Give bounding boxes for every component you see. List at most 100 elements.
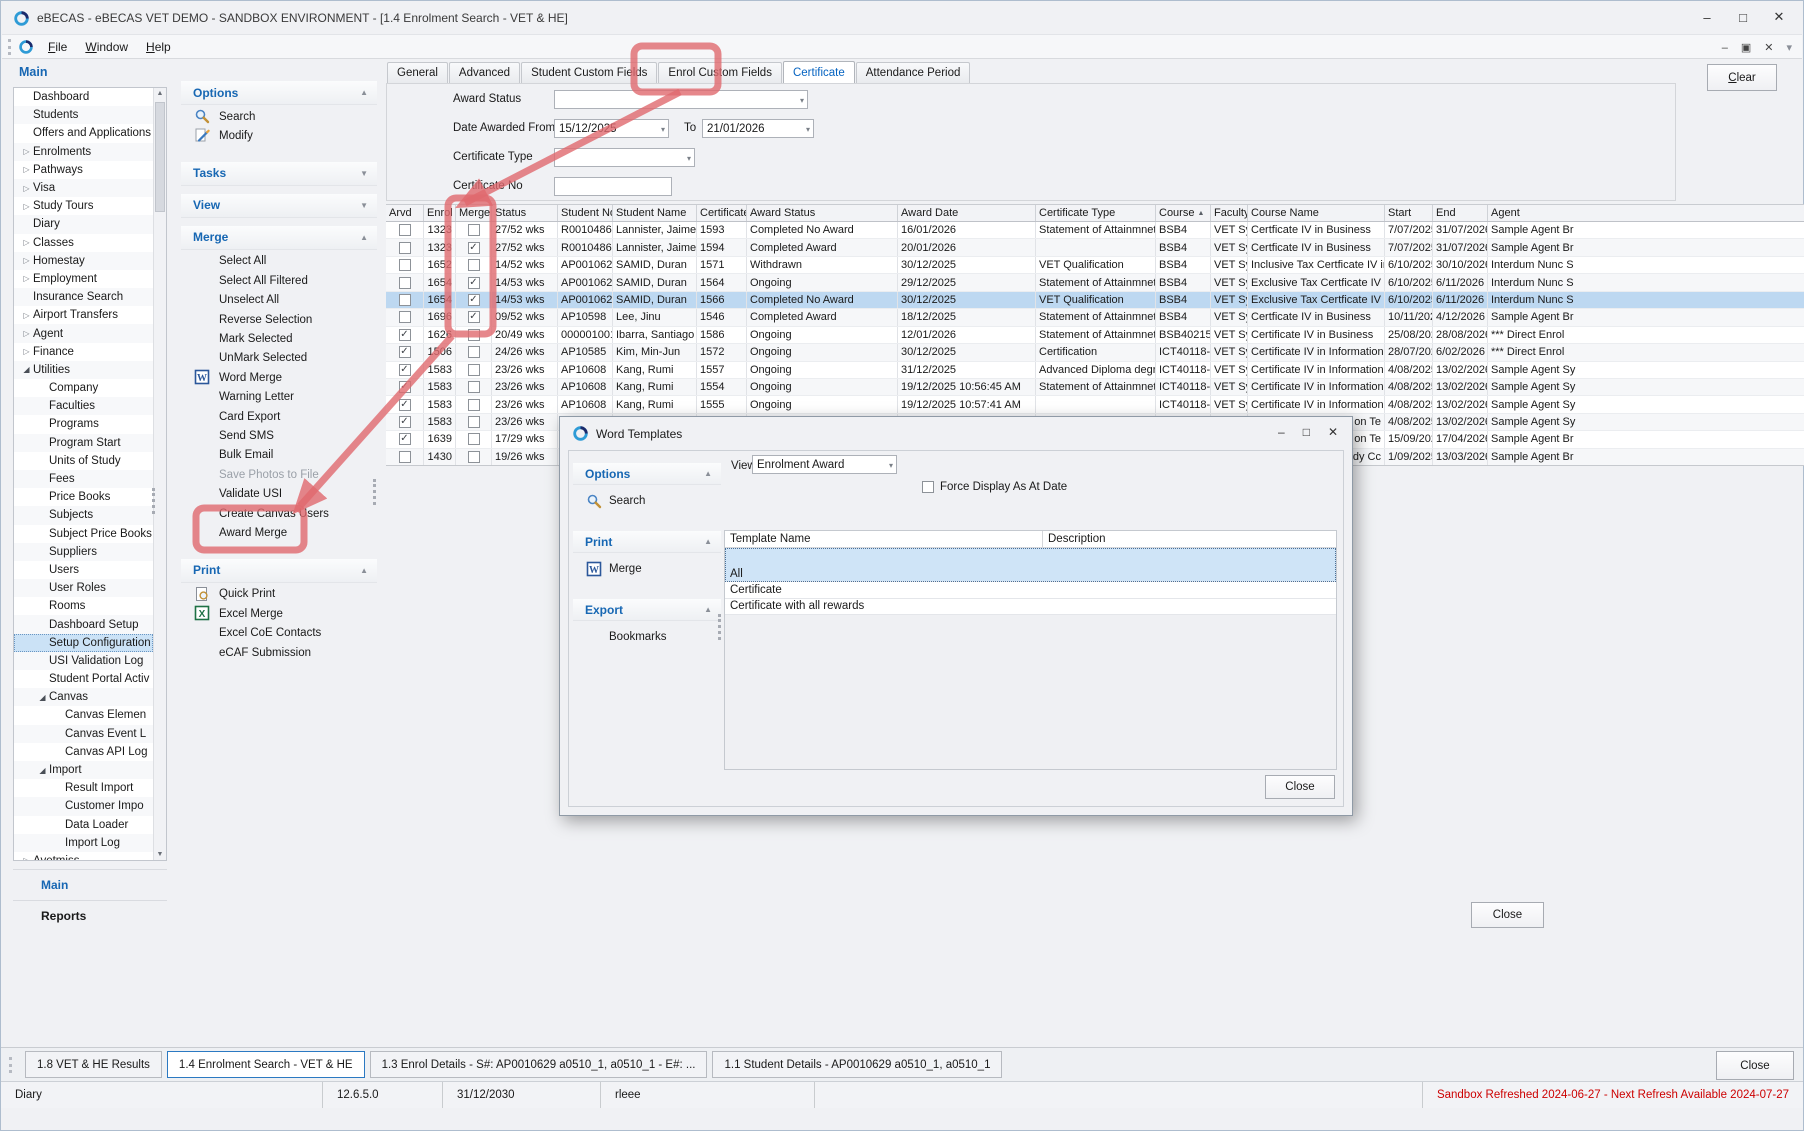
table-row[interactable]: 132327/52 wksR0010486Lannister, Jaime159… [386, 222, 1804, 239]
nav-item-word-merge[interactable]: WWord Merge [181, 368, 377, 387]
merge-checkbox[interactable] [468, 364, 480, 376]
chevron-up-icon[interactable]: ▲ [360, 566, 368, 575]
sidebar-item-company[interactable]: Company [14, 379, 153, 397]
certificate-no-input[interactable] [554, 177, 672, 196]
nav-item-send-sms[interactable]: Send SMS [181, 426, 377, 445]
column-header-certificate-type[interactable]: Certificate Type [1036, 205, 1156, 221]
arvd-checkbox[interactable] [399, 242, 411, 254]
sidebar-item-canvas[interactable]: ◢Canvas [14, 688, 153, 706]
nav-item-select-all-filtered[interactable]: Select All Filtered [181, 271, 377, 290]
arvd-checkbox[interactable] [399, 294, 411, 306]
chevron-up-icon[interactable]: ▲ [360, 88, 368, 97]
tabstrip-close-button[interactable]: Close [1716, 1051, 1794, 1080]
sidebar-item-program-start[interactable]: Program Start [14, 434, 153, 452]
template-column-header-description[interactable]: Description [1043, 531, 1111, 547]
menu-item-help[interactable]: Help [137, 37, 180, 57]
table-row[interactable]: ✓158323/26 wksAP10608Kang, Rumi1554Ongoi… [386, 379, 1804, 396]
tree-collapsed-icon[interactable]: ▷ [20, 147, 33, 156]
arvd-checkbox[interactable]: ✓ [399, 433, 411, 445]
arvd-checkbox[interactable]: ✓ [399, 364, 411, 376]
merge-checkbox[interactable] [468, 224, 480, 236]
nav-item-quick-print[interactable]: Quick Print [181, 585, 377, 604]
tree-collapsed-icon[interactable]: ▷ [20, 856, 33, 861]
table-row[interactable]: 1323✓27/52 wksR0010486Lannister, Jaime15… [386, 239, 1804, 256]
arvd-checkbox[interactable]: ✓ [399, 329, 411, 341]
view-combo[interactable]: Enrolment Award▾ [752, 455, 897, 474]
nav-item-mark-selected[interactable]: Mark Selected [181, 329, 377, 348]
sidebar-item-pathways[interactable]: ▷Pathways [14, 161, 153, 179]
chevron-up-icon[interactable]: ▲ [704, 537, 712, 546]
column-header-certificate-no[interactable]: Certificate No [697, 205, 747, 221]
nav-item-ecaf-submission[interactable]: eCAF Submission [181, 643, 377, 662]
sidebar-item-price-books[interactable]: Price Books [14, 488, 153, 506]
arvd-checkbox[interactable] [399, 277, 411, 289]
menu-item-file[interactable]: File [39, 37, 76, 57]
tab-advanced[interactable]: Advanced [449, 62, 520, 83]
sidebar-item-faculties[interactable]: Faculties [14, 397, 153, 415]
sidebar-item-units-of-study[interactable]: Units of Study [14, 452, 153, 470]
column-header-status[interactable]: Status [492, 205, 558, 221]
column-header-start[interactable]: Start [1385, 205, 1433, 221]
open-screen-tab-1-1-student-details-ap[interactable]: 1.1 Student Details - AP0010629 a0510_1,… [712, 1051, 1002, 1078]
table-row[interactable]: ✓162620/49 wks0000010010Ibarra, Santiago… [386, 327, 1804, 344]
sidebar-item-fees[interactable]: Fees [14, 470, 153, 488]
table-row[interactable]: ✓158323/26 wksAP10608Kang, Rumi1555Ongoi… [386, 396, 1804, 413]
arvd-checkbox[interactable] [399, 311, 411, 323]
nav-group-header-options[interactable]: Options▲ [181, 81, 377, 105]
mdi-restore-icon[interactable]: ▣ [1741, 41, 1751, 54]
sidebar-item-subjects[interactable]: Subjects [14, 506, 153, 524]
nav-item-create-canvas-users[interactable]: Create Canvas Users [181, 504, 377, 523]
sidebar-item-agent[interactable]: ▷Agent [14, 324, 153, 342]
sidebar-item-airport-transfers[interactable]: ▷Airport Transfers [14, 306, 153, 324]
nav-item-excel-merge[interactable]: XExcel Merge [181, 604, 377, 623]
nav-item-search[interactable]: Search [573, 487, 721, 515]
chevron-up-icon[interactable]: ▲ [360, 233, 368, 242]
merge-checkbox[interactable] [468, 259, 480, 271]
column-header-enrol[interactable]: Enrol # [424, 205, 456, 221]
nav-item-excel-coe-contacts[interactable]: Excel CoE Contacts [181, 623, 377, 642]
sidebar-item-data-loader[interactable]: Data Loader [14, 816, 153, 834]
nav-item-modify[interactable]: Modify [181, 126, 377, 145]
nav-group-header-merge[interactable]: Merge▲ [181, 226, 377, 250]
table-row[interactable]: ✓158323/26 wksAP10608Kang, Rumi1557Ongoi… [386, 362, 1804, 379]
nav-item-validate-usi[interactable]: Validate USI [181, 484, 377, 503]
template-column-header-template-name[interactable]: Template Name [725, 531, 1043, 547]
dialog-splitter[interactable] [718, 614, 722, 640]
sidebar-item-dashboard[interactable]: Dashboard [14, 88, 153, 106]
dialog-close-icon[interactable]: ✕ [1328, 425, 1338, 439]
tree-expanded-icon[interactable]: ◢ [20, 365, 33, 374]
merge-checkbox[interactable]: ✓ [468, 242, 480, 254]
chevron-down-icon[interactable]: ▼ [360, 201, 368, 210]
nav-group-header-view[interactable]: View▼ [181, 194, 377, 218]
sidebar-item-rooms[interactable]: Rooms [14, 597, 153, 615]
minimize-icon[interactable]: – [1689, 1, 1725, 33]
sidebar-item-usi-validation-log[interactable]: USI Validation Log [14, 652, 153, 670]
column-header-merge[interactable]: Merge [456, 205, 492, 221]
sidebar-item-import-log[interactable]: Import Log [14, 834, 153, 852]
open-screen-tab-1-4-enrolment-search-v[interactable]: 1.4 Enrolment Search - VET & HE [167, 1051, 365, 1078]
sidebar-item-canvas-api-log[interactable]: Canvas API Log [14, 743, 153, 761]
sidebar-item-students[interactable]: Students [14, 106, 153, 124]
sidebar-section-main[interactable]: Main [13, 869, 167, 900]
nav-group-header-print[interactable]: Print▲ [573, 531, 721, 553]
sidebar-item-result-import[interactable]: Result Import [14, 779, 153, 797]
nav-item-select-all[interactable]: Select All [181, 252, 377, 271]
tree-collapsed-icon[interactable]: ▷ [20, 202, 33, 211]
date-to-combo[interactable]: 21/01/2026▾ [702, 119, 814, 138]
close-icon[interactable]: ✕ [1761, 1, 1797, 33]
tree-collapsed-icon[interactable]: ▷ [20, 256, 33, 265]
nav-item-bulk-email[interactable]: Bulk Email [181, 446, 377, 465]
tree-expanded-icon[interactable]: ◢ [36, 693, 49, 702]
dialog-maximize-icon[interactable]: □ [1303, 425, 1310, 439]
arvd-checkbox[interactable] [399, 259, 411, 271]
sidebar-item-insurance-search[interactable]: Insurance Search [14, 288, 153, 306]
merge-checkbox[interactable]: ✓ [468, 311, 480, 323]
nav-item-warning-letter[interactable]: Warning Letter [181, 388, 377, 407]
merge-checkbox[interactable]: ✓ [468, 294, 480, 306]
mdi-close-icon[interactable]: ✕ [1764, 41, 1773, 54]
merge-checkbox[interactable] [468, 399, 480, 411]
nav-item-award-merge[interactable]: Award Merge [181, 523, 377, 542]
arvd-checkbox[interactable]: ✓ [399, 416, 411, 428]
nav-item-bookmarks[interactable]: Bookmarks [573, 623, 721, 651]
menu-item-window[interactable]: Window [76, 37, 137, 57]
